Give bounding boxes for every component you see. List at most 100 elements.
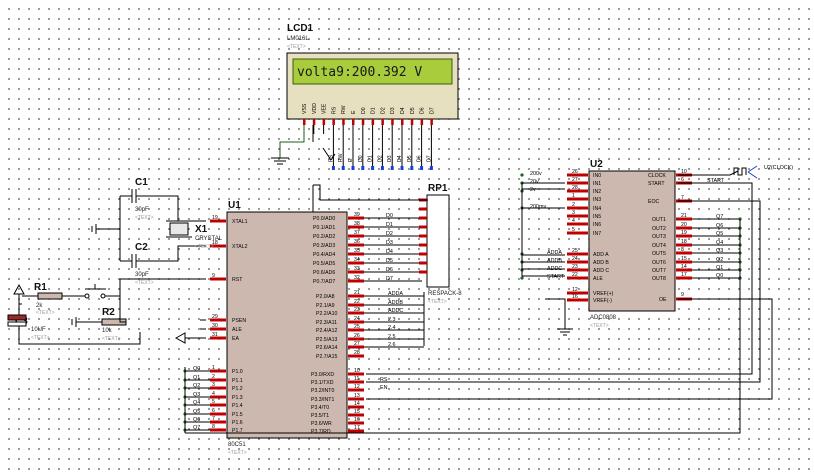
- u1-left-pin-num: 3: [212, 382, 215, 388]
- lcd1[interactable]: LCD1 LM016L <TEXT> volta9:200.392 V VSS V…: [286, 23, 459, 170]
- rp1-pin-stub[interactable]: [419, 216, 427, 220]
- lcd1-display-text: volta9:200.392 V: [297, 65, 422, 80]
- lcd-pin-stub[interactable]: [361, 119, 365, 125]
- r2-value: 10k: [102, 328, 113, 334]
- u2-in-pin-name: IN5: [593, 214, 601, 220]
- u2-out-net: Q7: [716, 214, 723, 220]
- u2-out-pin-name: OUT1: [652, 217, 666, 223]
- u1-p3-pin-name: P3.5/T1: [311, 413, 329, 419]
- rp1-body: [426, 194, 450, 288]
- clock-arrow-icon: [747, 165, 758, 179]
- u1-p0-net: D1: [386, 222, 393, 228]
- lcd-pin-stub[interactable]: [303, 119, 306, 125]
- rp1-pin-stub[interactable]: [419, 225, 427, 229]
- u1-p0-pin-num: 32: [354, 275, 360, 281]
- u1-right-pins: P0.0/AD0 39 D0 P0.1/AD1 38 D1 P0.2/AD2 37 D2 P0.3…: [311, 212, 424, 435]
- u2-adc0808[interactable]: U2 ADC0808 <TEXT> 26IN0200v27IN120v28IN2…: [520, 159, 742, 329]
- u1-left-pin-num: 1: [212, 365, 215, 371]
- lcd-pin-label: D0: [361, 107, 367, 114]
- lcd-pin-stub[interactable]: [342, 119, 345, 125]
- u1-p2-pin-name: P2.7/A15: [316, 354, 337, 360]
- u1-model: 80C51: [228, 442, 246, 448]
- lcd-bus-terminal: [371, 166, 375, 170]
- lcd-pin-stub[interactable]: [371, 119, 375, 125]
- u2-vref-pin-num: 12: [572, 287, 578, 293]
- u1-p0-net: D2: [386, 231, 393, 237]
- u2-in-pin-num: 4: [572, 218, 575, 224]
- u1-p2-net: ADDB: [388, 300, 403, 306]
- lcd-pin-stub[interactable]: [430, 119, 433, 125]
- u2-right-pin-name: START: [648, 181, 665, 187]
- lcd-bus-terminal: [420, 166, 424, 170]
- u2-right-pin-name: EOC: [648, 199, 659, 205]
- u1-p1-net: Q7: [193, 425, 200, 431]
- rp1-pin-stub[interactable]: [419, 270, 427, 274]
- u2-in-pin-stub[interactable]: [567, 197, 588, 201]
- u2-in-pin-num: 2: [572, 202, 575, 208]
- rp1-pin-stub[interactable]: [419, 207, 427, 211]
- u1-left-pin-num: 31: [212, 332, 218, 338]
- u1-p3-pin-name: P3.3/INT1: [311, 397, 334, 403]
- cap-gnd-wires: [91, 196, 121, 261]
- u1-p2-net: 2.5: [388, 334, 396, 340]
- u2-out-pin-num: 17: [681, 272, 687, 278]
- r2-ref: R2: [102, 307, 115, 318]
- u1-p3-net: EN: [380, 385, 388, 391]
- u2-in-pin-stub[interactable]: [567, 231, 588, 235]
- u1-left-pin-num: 30: [212, 323, 218, 329]
- u2-right-pin-num: 7: [681, 195, 684, 201]
- reset-vcc-wire: [18, 294, 22, 305]
- u1-left-pin-num: 8: [212, 424, 215, 430]
- u1-p0-net: D4: [386, 249, 393, 255]
- u1-p2-pin-name: P2.1/A9: [316, 303, 335, 309]
- u2-out-net: Q0: [716, 273, 723, 279]
- reset-button-symbol[interactable]: [85, 284, 106, 290]
- u2-addr-net: START: [547, 274, 565, 280]
- u2-out-net: Q6: [716, 223, 723, 229]
- lcd-pin-label: D2: [380, 107, 386, 114]
- c3-symbol-bottom: [7, 321, 27, 327]
- lcd-pin-stub[interactable]: [420, 119, 424, 125]
- u1-p0-pin-num: 37: [354, 230, 360, 236]
- lcd-pin-stub[interactable]: [401, 119, 404, 125]
- lcd-pin-stub[interactable]: [410, 119, 414, 125]
- lcd-pin-label: D5: [410, 107, 416, 114]
- lcd-bus-terminal: [429, 166, 433, 170]
- lcd-pin-stub[interactable]: [312, 119, 316, 125]
- lcd-bus-terminal: [341, 166, 345, 170]
- vcc-terminal-symbol: [13, 283, 25, 295]
- rp1-pin-stub[interactable]: [419, 243, 427, 247]
- rp1-pin-stub[interactable]: [419, 234, 427, 238]
- u2-out-net: Q3: [716, 248, 723, 254]
- u1-p1-net: Q6: [193, 417, 200, 423]
- c1-text-tag: <TEXT>: [135, 215, 154, 221]
- rp1-pin-stub[interactable]: [419, 252, 427, 256]
- rp1-pin-stub[interactable]: [419, 261, 427, 265]
- lcd-bus-terminal: [361, 166, 365, 170]
- lcd-pin-stub[interactable]: [381, 119, 384, 125]
- u2-in-pin-stub[interactable]: [567, 214, 588, 218]
- junction-dot: [520, 276, 524, 280]
- lcd-pin-stub[interactable]: [332, 119, 335, 125]
- u2-model: ADC0808: [590, 315, 617, 321]
- u2-in-pin-stub[interactable]: [567, 206, 588, 210]
- lcd-pin-stub[interactable]: [391, 119, 394, 125]
- u2-right-pin-num: 6: [681, 177, 684, 183]
- u2-in-pin-name: IN0: [593, 173, 601, 179]
- lcd-pin-label: D6: [420, 107, 426, 114]
- u1-p3-pin-name: P3.7/RD: [311, 429, 331, 435]
- u2-addr-net: ADDB: [547, 258, 562, 264]
- lcd-pin-stub[interactable]: [322, 119, 326, 125]
- u2-in-pin-name: IN2: [593, 189, 601, 195]
- clock-generator[interactable]: U2(CLOCK): [678, 165, 793, 179]
- u2-in-pin-stub[interactable]: [567, 222, 588, 226]
- lcd-bus-terminal: [331, 166, 335, 170]
- lcd-pin-stub[interactable]: [352, 119, 355, 125]
- u1-p2-net: ADDC: [388, 308, 403, 314]
- lcd-bus-label: D7: [426, 155, 432, 162]
- u1-p0-pin-name: P0.0/AD0: [313, 216, 335, 222]
- u1-p0-pin-num: 35: [354, 248, 360, 254]
- u2-out-pin-stub[interactable]: [676, 251, 692, 255]
- lcd-bus-label: D3: [387, 155, 393, 162]
- lcd-pin-label: RS: [331, 106, 337, 114]
